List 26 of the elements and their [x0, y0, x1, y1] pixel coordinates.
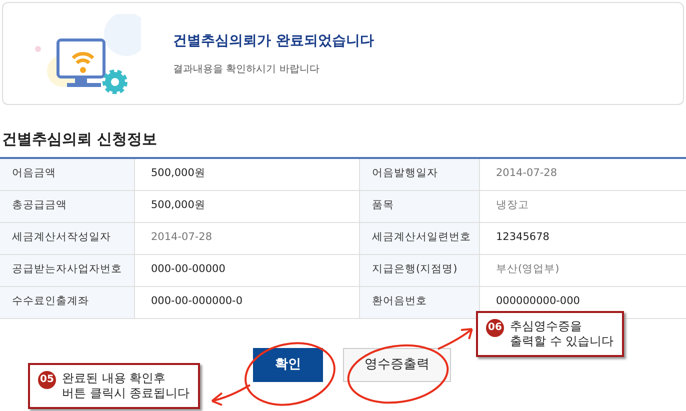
banner-title: 건별추심의뢰가 완료되었습니다	[173, 32, 374, 50]
table-cell-text: 12345678	[495, 230, 550, 246]
table-cell-text: 000000000-000	[495, 294, 581, 310]
table-header-cell: 총공급금액	[0, 190, 135, 222]
table-header-cell: 어음발행일자	[360, 158, 480, 190]
section-title: 건별추심의뢰 신청정보	[2, 129, 158, 150]
table-cell-text: 냉장고	[495, 198, 530, 214]
callout-text: 버튼 클릭시 종료됩니다	[62, 386, 190, 400]
callout-text: 추심영수증을	[510, 318, 583, 334]
table-header-cell: 어음금액	[0, 158, 135, 190]
table-header-cell: 품목	[360, 190, 480, 222]
confirm-button[interactable]: 확인	[253, 348, 323, 382]
table-header-cell: 세금계산서작성일자	[0, 222, 135, 254]
print-button[interactable]: 영수증출력	[343, 348, 451, 382]
table-cell-text: 부산(영업부)	[495, 262, 560, 278]
table-header-cell: 환어음번호	[360, 286, 480, 318]
table-header-cell: 수수료인출계좌	[0, 286, 135, 318]
table-header-cell: 지급은행(지점명)	[360, 254, 480, 286]
step-number: 06	[486, 318, 504, 336]
table-cell-text: 2014-07-28	[495, 166, 558, 182]
banner-subtitle: 결과내용을 확인하시기 바랍니다	[173, 62, 320, 76]
table-header-cell: 세금계산서일련번호	[360, 222, 480, 254]
callout-text: 출력할 수 있습니다	[510, 334, 614, 348]
step-number: 05	[38, 370, 56, 388]
callout-text: 완료된 내용 확인후	[62, 370, 167, 386]
table-header-cell: 공급받는자사업자번호	[0, 254, 135, 286]
